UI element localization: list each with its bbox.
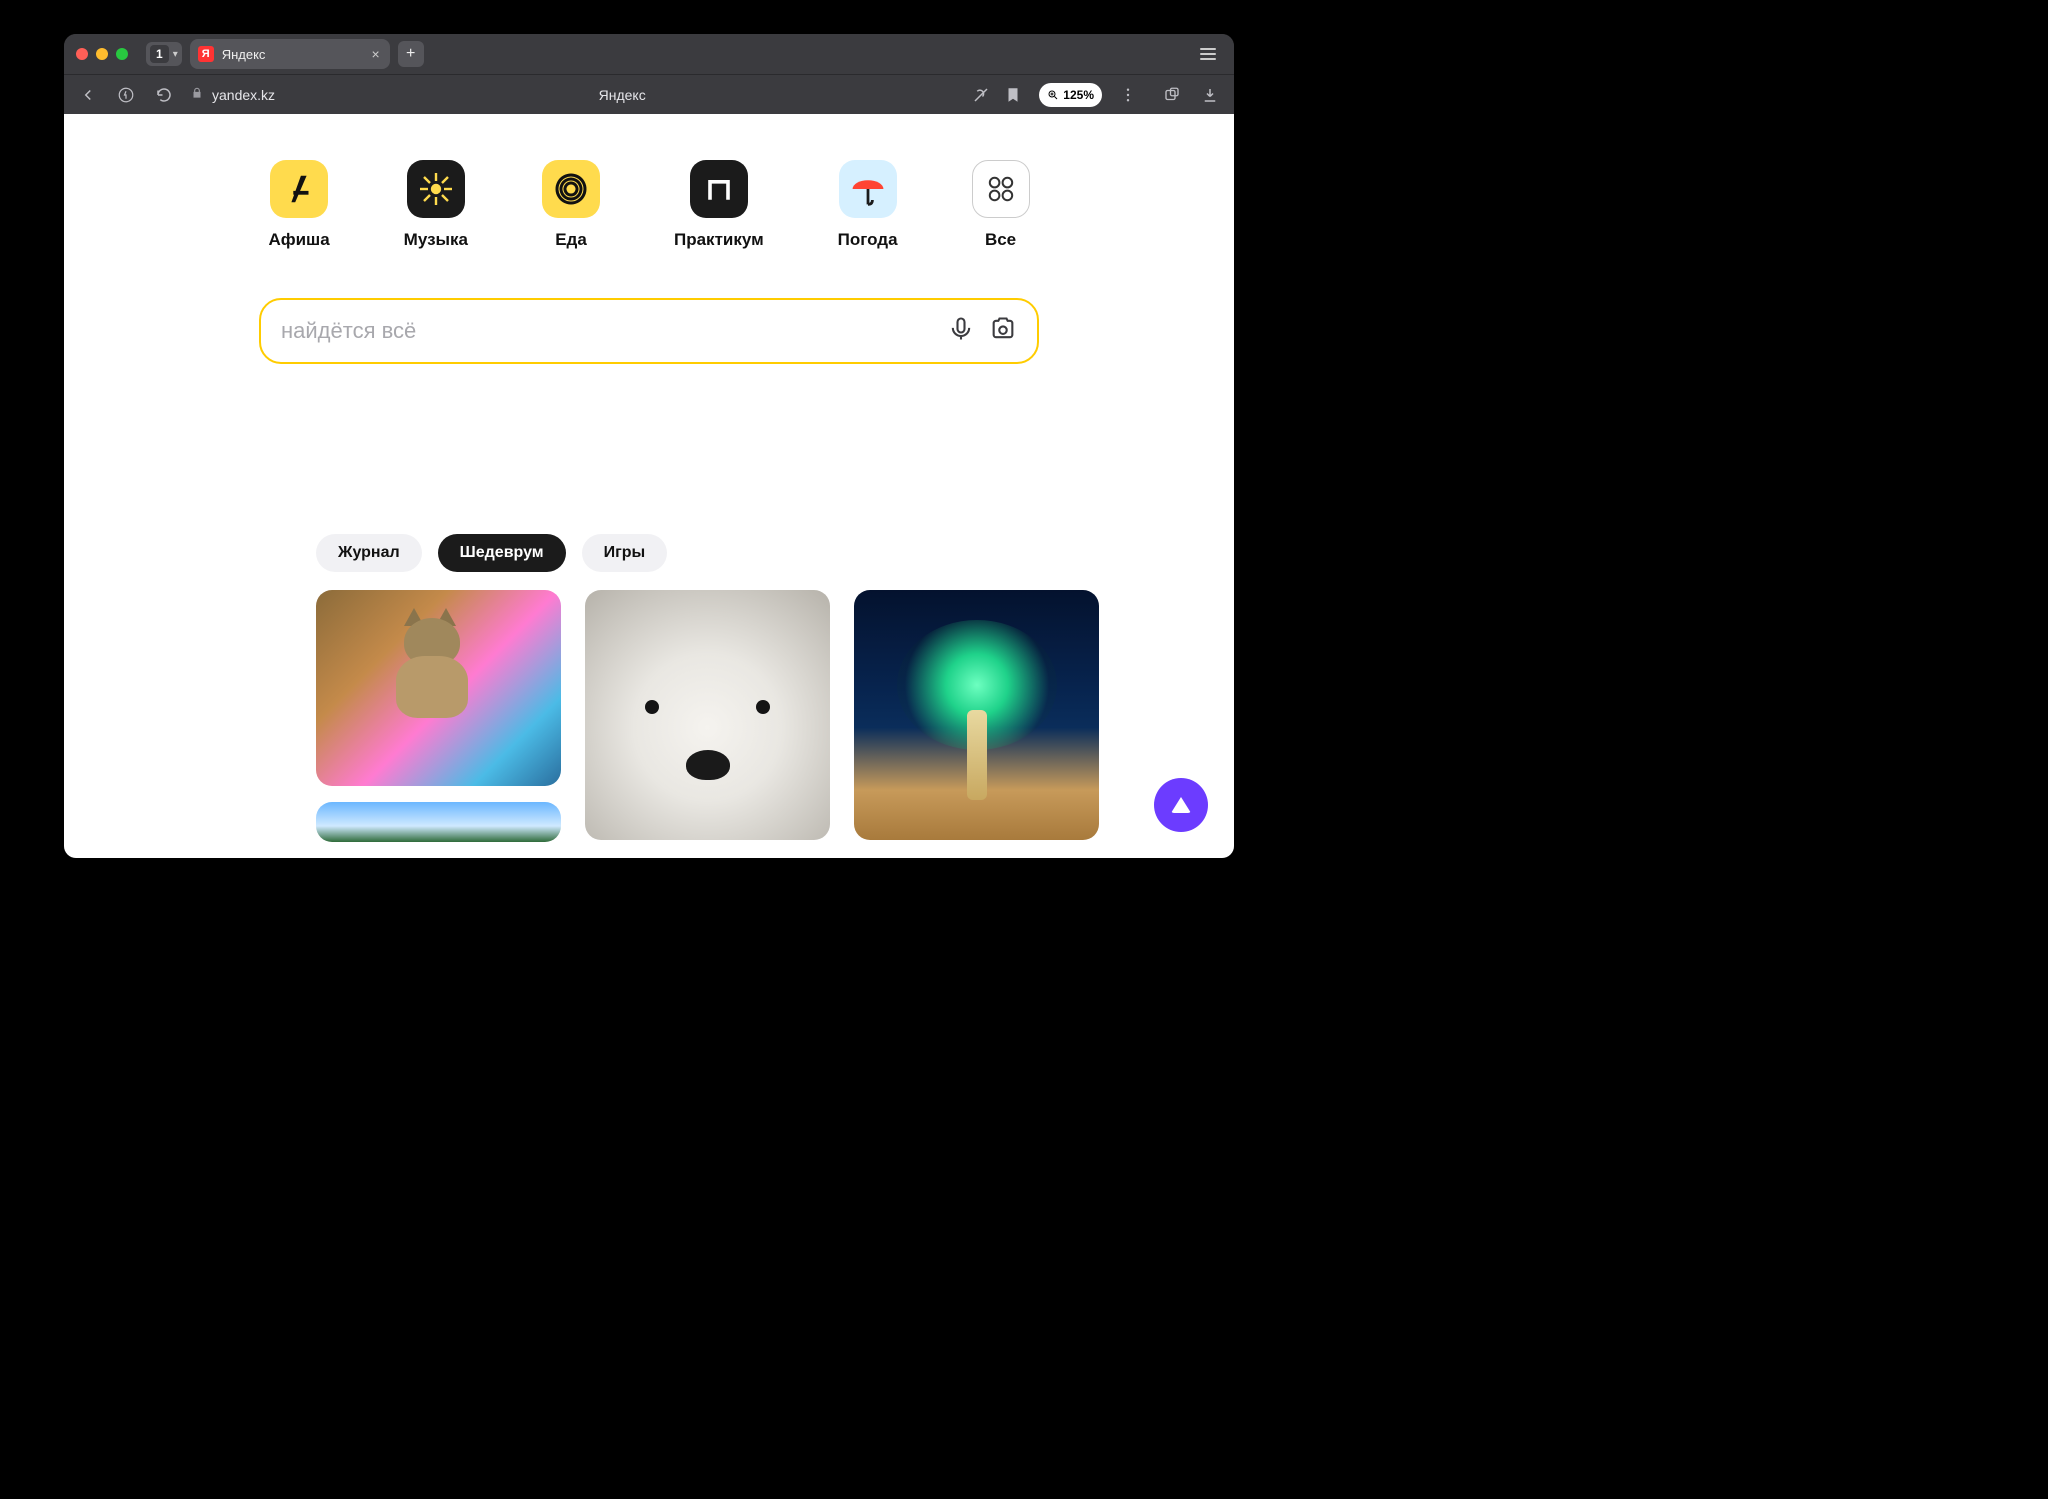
search-bar[interactable]	[259, 298, 1039, 364]
back-button[interactable]	[76, 83, 100, 107]
kebab-menu-button[interactable]	[1116, 83, 1140, 107]
voice-search-icon[interactable]	[947, 315, 975, 348]
feed-card-polar-bear[interactable]	[585, 590, 830, 840]
yandex-home-button[interactable]	[114, 83, 138, 107]
downloads-button[interactable]	[1198, 83, 1222, 107]
service-eda[interactable]: Еда	[542, 160, 600, 250]
bookmark-icon[interactable]	[1001, 83, 1025, 107]
image-search-icon[interactable]	[989, 315, 1017, 348]
feed-card-kitten[interactable]	[316, 590, 561, 786]
yandex-favicon-icon: Я	[198, 46, 214, 62]
plus-icon: +	[406, 45, 415, 63]
alice-assistant-button[interactable]	[1154, 778, 1208, 832]
maximize-window-button[interactable]	[116, 48, 128, 60]
service-label: Погода	[838, 230, 898, 250]
browser-tab[interactable]: Я Яндекс ×	[190, 39, 390, 69]
service-music[interactable]: Музыка	[404, 160, 468, 250]
search-input[interactable]	[281, 318, 933, 344]
reload-button[interactable]	[152, 83, 176, 107]
tab-counter[interactable]: 1 ▾	[146, 42, 182, 66]
zoom-level: 125%	[1063, 88, 1094, 102]
feed-tabs: Журнал Шедеврум Игры	[316, 534, 1234, 572]
minimize-window-button[interactable]	[96, 48, 108, 60]
address-bar[interactable]: yandex.kz Яндекс	[190, 83, 1025, 107]
feed-tab-games[interactable]: Игры	[582, 534, 668, 572]
feed-column	[854, 590, 1099, 842]
tab-title: Яндекс	[222, 47, 266, 62]
zoom-indicator[interactable]: 125%	[1039, 83, 1102, 107]
feed-column	[585, 590, 830, 842]
service-label: Афиша	[268, 230, 329, 250]
feed-card-forest[interactable]	[316, 802, 561, 842]
service-label: Все	[985, 230, 1016, 250]
extensions-button[interactable]	[1160, 83, 1184, 107]
feed-card-glowing-tree[interactable]	[854, 590, 1099, 840]
praktikum-icon	[690, 160, 748, 218]
address-domain: yandex.kz	[212, 87, 275, 103]
afisha-icon	[270, 160, 328, 218]
service-label: Музыка	[404, 230, 468, 250]
service-label: Еда	[555, 230, 587, 250]
lock-icon	[190, 86, 204, 103]
feed-tab-shedevrum[interactable]: Шедеврум	[438, 534, 566, 572]
service-praktikum[interactable]: Практикум	[674, 160, 764, 250]
feed-tab-journal[interactable]: Журнал	[316, 534, 422, 572]
feed-column	[316, 590, 561, 842]
tab-count-badge: 1	[150, 45, 169, 63]
service-pogoda[interactable]: Погода	[838, 160, 898, 250]
browser-window: 1 ▾ Я Яндекс × + yandex.kz	[64, 34, 1234, 858]
kitten-illustration	[386, 618, 496, 738]
pogoda-icon	[839, 160, 897, 218]
chevron-down-icon: ▾	[173, 49, 178, 60]
alice-icon	[1171, 797, 1191, 813]
tab-bar: 1 ▾ Я Яндекс × +	[64, 34, 1234, 74]
page-content: Афиша Музыка Еда Практикум	[64, 114, 1234, 858]
services-row: Афиша Музыка Еда Практикум	[64, 160, 1234, 250]
toolbar: yandex.kz Яндекс 125%	[64, 74, 1234, 114]
service-all[interactable]: Все	[972, 160, 1030, 250]
menu-button[interactable]	[1194, 42, 1222, 66]
service-afisha[interactable]: Афиша	[268, 160, 329, 250]
address-page-title: Яндекс	[283, 87, 961, 103]
close-window-button[interactable]	[76, 48, 88, 60]
service-label: Практикум	[674, 230, 764, 250]
eda-icon	[542, 160, 600, 218]
tracking-protection-icon[interactable]	[969, 83, 993, 107]
new-tab-button[interactable]: +	[398, 41, 424, 67]
music-icon	[407, 160, 465, 218]
feed-grid	[316, 590, 1234, 842]
close-tab-button[interactable]: ×	[372, 46, 380, 62]
all-services-icon	[972, 160, 1030, 218]
window-controls	[76, 48, 128, 60]
